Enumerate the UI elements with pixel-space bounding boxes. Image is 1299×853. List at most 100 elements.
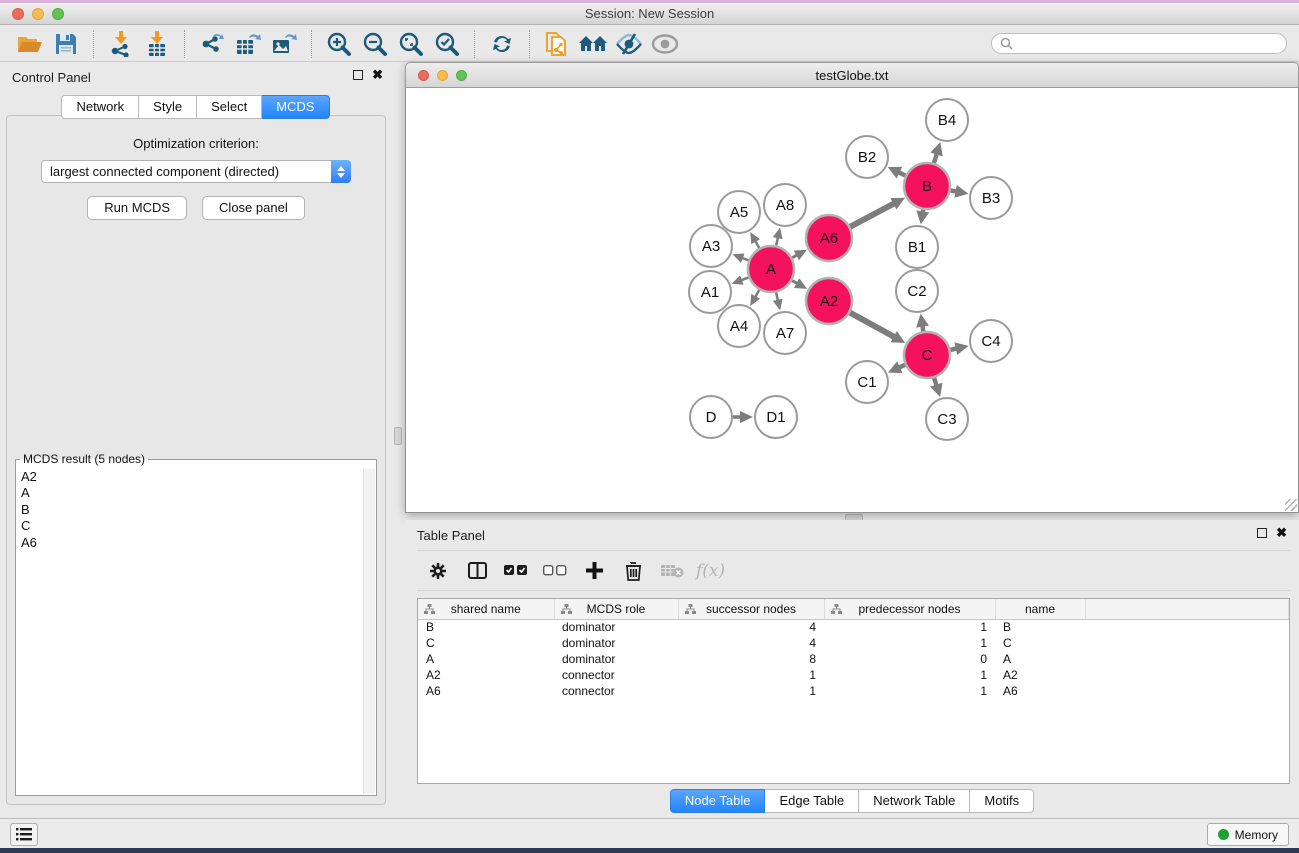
zoom-out-icon[interactable] [357, 29, 393, 59]
node-A5[interactable]: A5 [718, 191, 760, 233]
vertical-splitter-handle[interactable] [394, 427, 402, 445]
tab-network[interactable]: Network [61, 95, 139, 119]
node-D1[interactable]: D1 [755, 396, 797, 438]
zoom-in-icon[interactable] [321, 29, 357, 59]
hide-selected-icon[interactable] [611, 29, 647, 59]
tab-style[interactable]: Style [139, 95, 197, 119]
split-panel-icon[interactable] [462, 556, 492, 586]
node-A7[interactable]: A7 [764, 312, 806, 354]
table-cell[interactable]: dominator [554, 651, 678, 667]
edge-B-B4[interactable] [934, 153, 937, 163]
table-cell[interactable]: connector [554, 667, 678, 683]
tab-node-table[interactable]: Node Table [670, 789, 766, 813]
network-window-titlebar[interactable]: testGlobe.txt [405, 62, 1299, 88]
mcds-result-list[interactable]: A2ABCA6 [17, 469, 363, 794]
result-scrollbar[interactable] [363, 469, 375, 794]
table-cell[interactable]: 1 [678, 667, 824, 683]
node-A3[interactable]: A3 [690, 225, 732, 267]
table-cell[interactable]: 1 [824, 667, 995, 683]
network-canvas[interactable]: B4B2BB3A8A5A6B1A3AA1C2A2A4A7C4CC1C3DD1 [405, 88, 1299, 513]
zoom-network-button[interactable] [456, 70, 467, 81]
optimization-criterion-select[interactable]: largest connected component (directed) [41, 160, 351, 183]
edge-A2-C[interactable] [850, 313, 895, 338]
node-C4[interactable]: C4 [970, 320, 1012, 362]
import-network-icon[interactable] [103, 29, 139, 59]
table-cell[interactable]: B [995, 619, 1085, 635]
minimize-network-button[interactable] [437, 70, 448, 81]
node-A6[interactable]: A6 [806, 215, 852, 261]
add-column-icon[interactable] [579, 556, 609, 586]
edge-A6-B[interactable] [850, 203, 895, 227]
table-cell[interactable]: 1 [824, 635, 995, 651]
table-cell[interactable]: 4 [678, 619, 824, 635]
minimize-window-button[interactable] [32, 8, 44, 20]
node-A1[interactable]: A1 [689, 271, 731, 313]
close-table-panel-icon[interactable]: ✖ [1276, 528, 1287, 538]
save-session-icon[interactable] [48, 29, 84, 59]
table-cell[interactable]: A6 [995, 683, 1085, 699]
close-window-button[interactable] [12, 8, 24, 20]
node-B[interactable]: B [904, 163, 950, 209]
show-all-networks-icon[interactable] [575, 29, 611, 59]
network-graph[interactable]: B4B2BB3A8A5A6B1A3AA1C2A2A4A7C4CC1C3DD1 [406, 88, 1298, 511]
export-network-icon[interactable] [194, 29, 230, 59]
table-cell[interactable]: connector [554, 683, 678, 699]
zoom-window-button[interactable] [52, 8, 64, 20]
node-A4[interactable]: A4 [718, 305, 760, 347]
table-cell[interactable]: A [995, 651, 1085, 667]
table-cell[interactable]: A2 [995, 667, 1085, 683]
deselect-all-columns-icon[interactable] [540, 556, 570, 586]
import-table-icon[interactable] [139, 29, 175, 59]
column-header-successor-nodes[interactable]: successor nodes [678, 599, 824, 619]
search-input[interactable] [1017, 37, 1278, 51]
table-cell[interactable]: dominator [554, 635, 678, 651]
close-panel-button[interactable]: Close panel [202, 196, 305, 220]
table-row[interactable]: Bdominator41B [418, 619, 1289, 635]
result-list-item[interactable]: B [17, 502, 363, 518]
node-A[interactable]: A [748, 246, 794, 292]
task-history-button[interactable] [10, 823, 38, 846]
table-row[interactable]: A2connector11A2 [418, 667, 1289, 683]
table-cell[interactable]: A2 [418, 667, 554, 683]
close-panel-icon[interactable]: ✖ [372, 70, 383, 80]
tab-select[interactable]: Select [197, 95, 262, 119]
run-mcds-button[interactable]: Run MCDS [87, 196, 187, 220]
table-cell[interactable]: 1 [824, 683, 995, 699]
node-D[interactable]: D [690, 396, 732, 438]
float-table-panel-icon[interactable] [1257, 528, 1267, 538]
settings-icon[interactable] [423, 556, 453, 586]
select-all-columns-icon[interactable] [501, 556, 531, 586]
table-cell[interactable]: A [418, 651, 554, 667]
table-cell[interactable]: B [418, 619, 554, 635]
table-cell[interactable]: 1 [824, 619, 995, 635]
node-C[interactable]: C [904, 332, 950, 378]
search-box[interactable] [991, 33, 1287, 54]
result-list-item[interactable]: A6 [17, 535, 363, 551]
delete-table-icon[interactable] [657, 556, 687, 586]
refresh-network-icon[interactable] [484, 29, 520, 59]
export-table-icon[interactable] [230, 29, 266, 59]
result-list-item[interactable]: C [17, 518, 363, 534]
memory-button[interactable]: Memory [1207, 823, 1289, 846]
table-cell[interactable]: C [418, 635, 554, 651]
table-row[interactable]: Cdominator41C [418, 635, 1289, 651]
table-cell[interactable]: C [995, 635, 1085, 651]
zoom-fit-icon[interactable] [393, 29, 429, 59]
zoom-selected-icon[interactable] [429, 29, 465, 59]
column-header-shared-name[interactable]: shared name [418, 599, 554, 619]
open-session-icon[interactable] [12, 29, 48, 59]
table-row[interactable]: A6connector11A6 [418, 683, 1289, 699]
tab-mcds[interactable]: MCDS [262, 95, 329, 119]
float-panel-icon[interactable] [353, 70, 363, 80]
node-table[interactable]: shared nameMCDS rolesuccessor nodesprede… [418, 599, 1289, 699]
resize-grip-icon[interactable] [1285, 499, 1297, 511]
show-hidden-icon[interactable] [647, 29, 683, 59]
node-A2[interactable]: A2 [806, 278, 852, 324]
function-builder-icon[interactable]: f(x) [696, 561, 725, 581]
node-B2[interactable]: B2 [846, 136, 888, 178]
table-cell[interactable]: 4 [678, 635, 824, 651]
tab-network-table[interactable]: Network Table [859, 789, 970, 813]
tab-edge-table[interactable]: Edge Table [765, 789, 859, 813]
result-list-item[interactable]: A2 [17, 469, 363, 485]
node-B4[interactable]: B4 [926, 99, 968, 141]
